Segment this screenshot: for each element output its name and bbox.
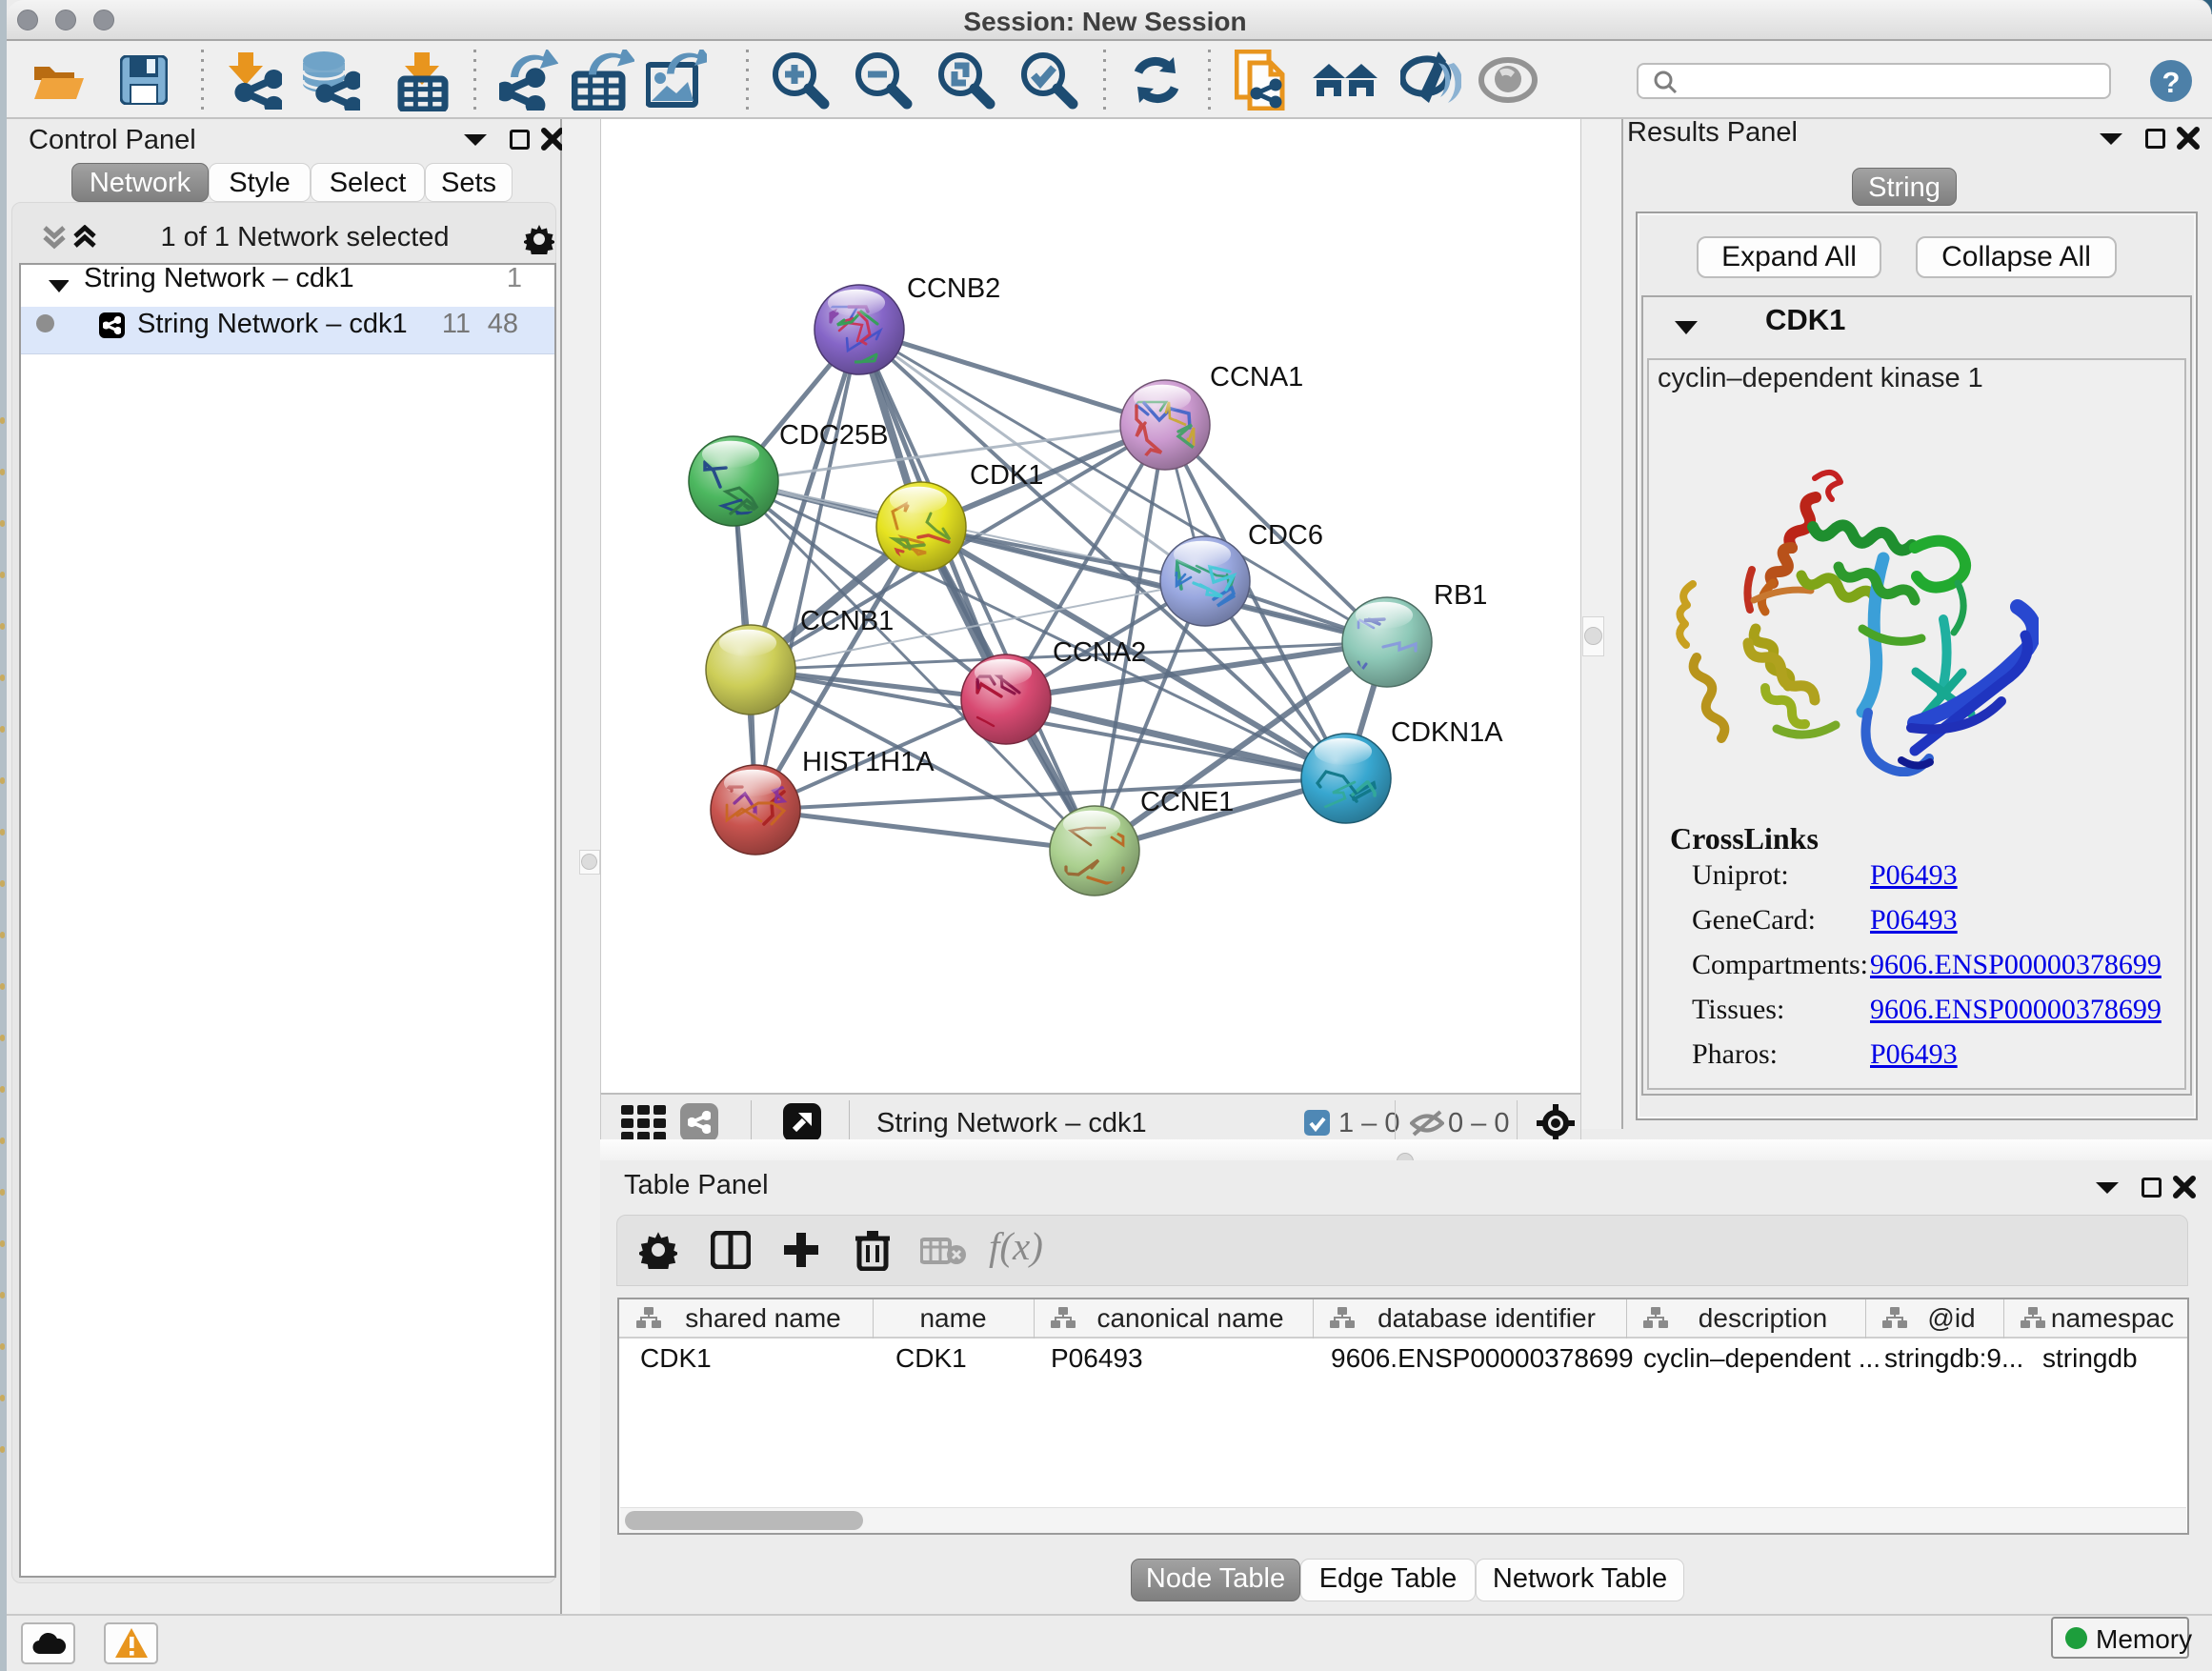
svg-text:CCNE1: CCNE1 <box>1140 787 1234 817</box>
svg-text:CDC6: CDC6 <box>1248 520 1323 551</box>
svg-text:CDC25B: CDC25B <box>779 420 888 451</box>
svg-text:CDK1: CDK1 <box>970 460 1043 491</box>
svg-text:HIST1H1A: HIST1H1A <box>802 747 935 777</box>
svg-text:CCNA2: CCNA2 <box>1053 637 1146 668</box>
svg-text:CCNB1: CCNB1 <box>800 606 894 636</box>
svg-text:CDKN1A: CDKN1A <box>1391 717 1503 748</box>
svg-text:CCNA1: CCNA1 <box>1210 362 1303 393</box>
svg-text:CCNB2: CCNB2 <box>907 273 1000 304</box>
svg-text:RB1: RB1 <box>1434 580 1487 611</box>
